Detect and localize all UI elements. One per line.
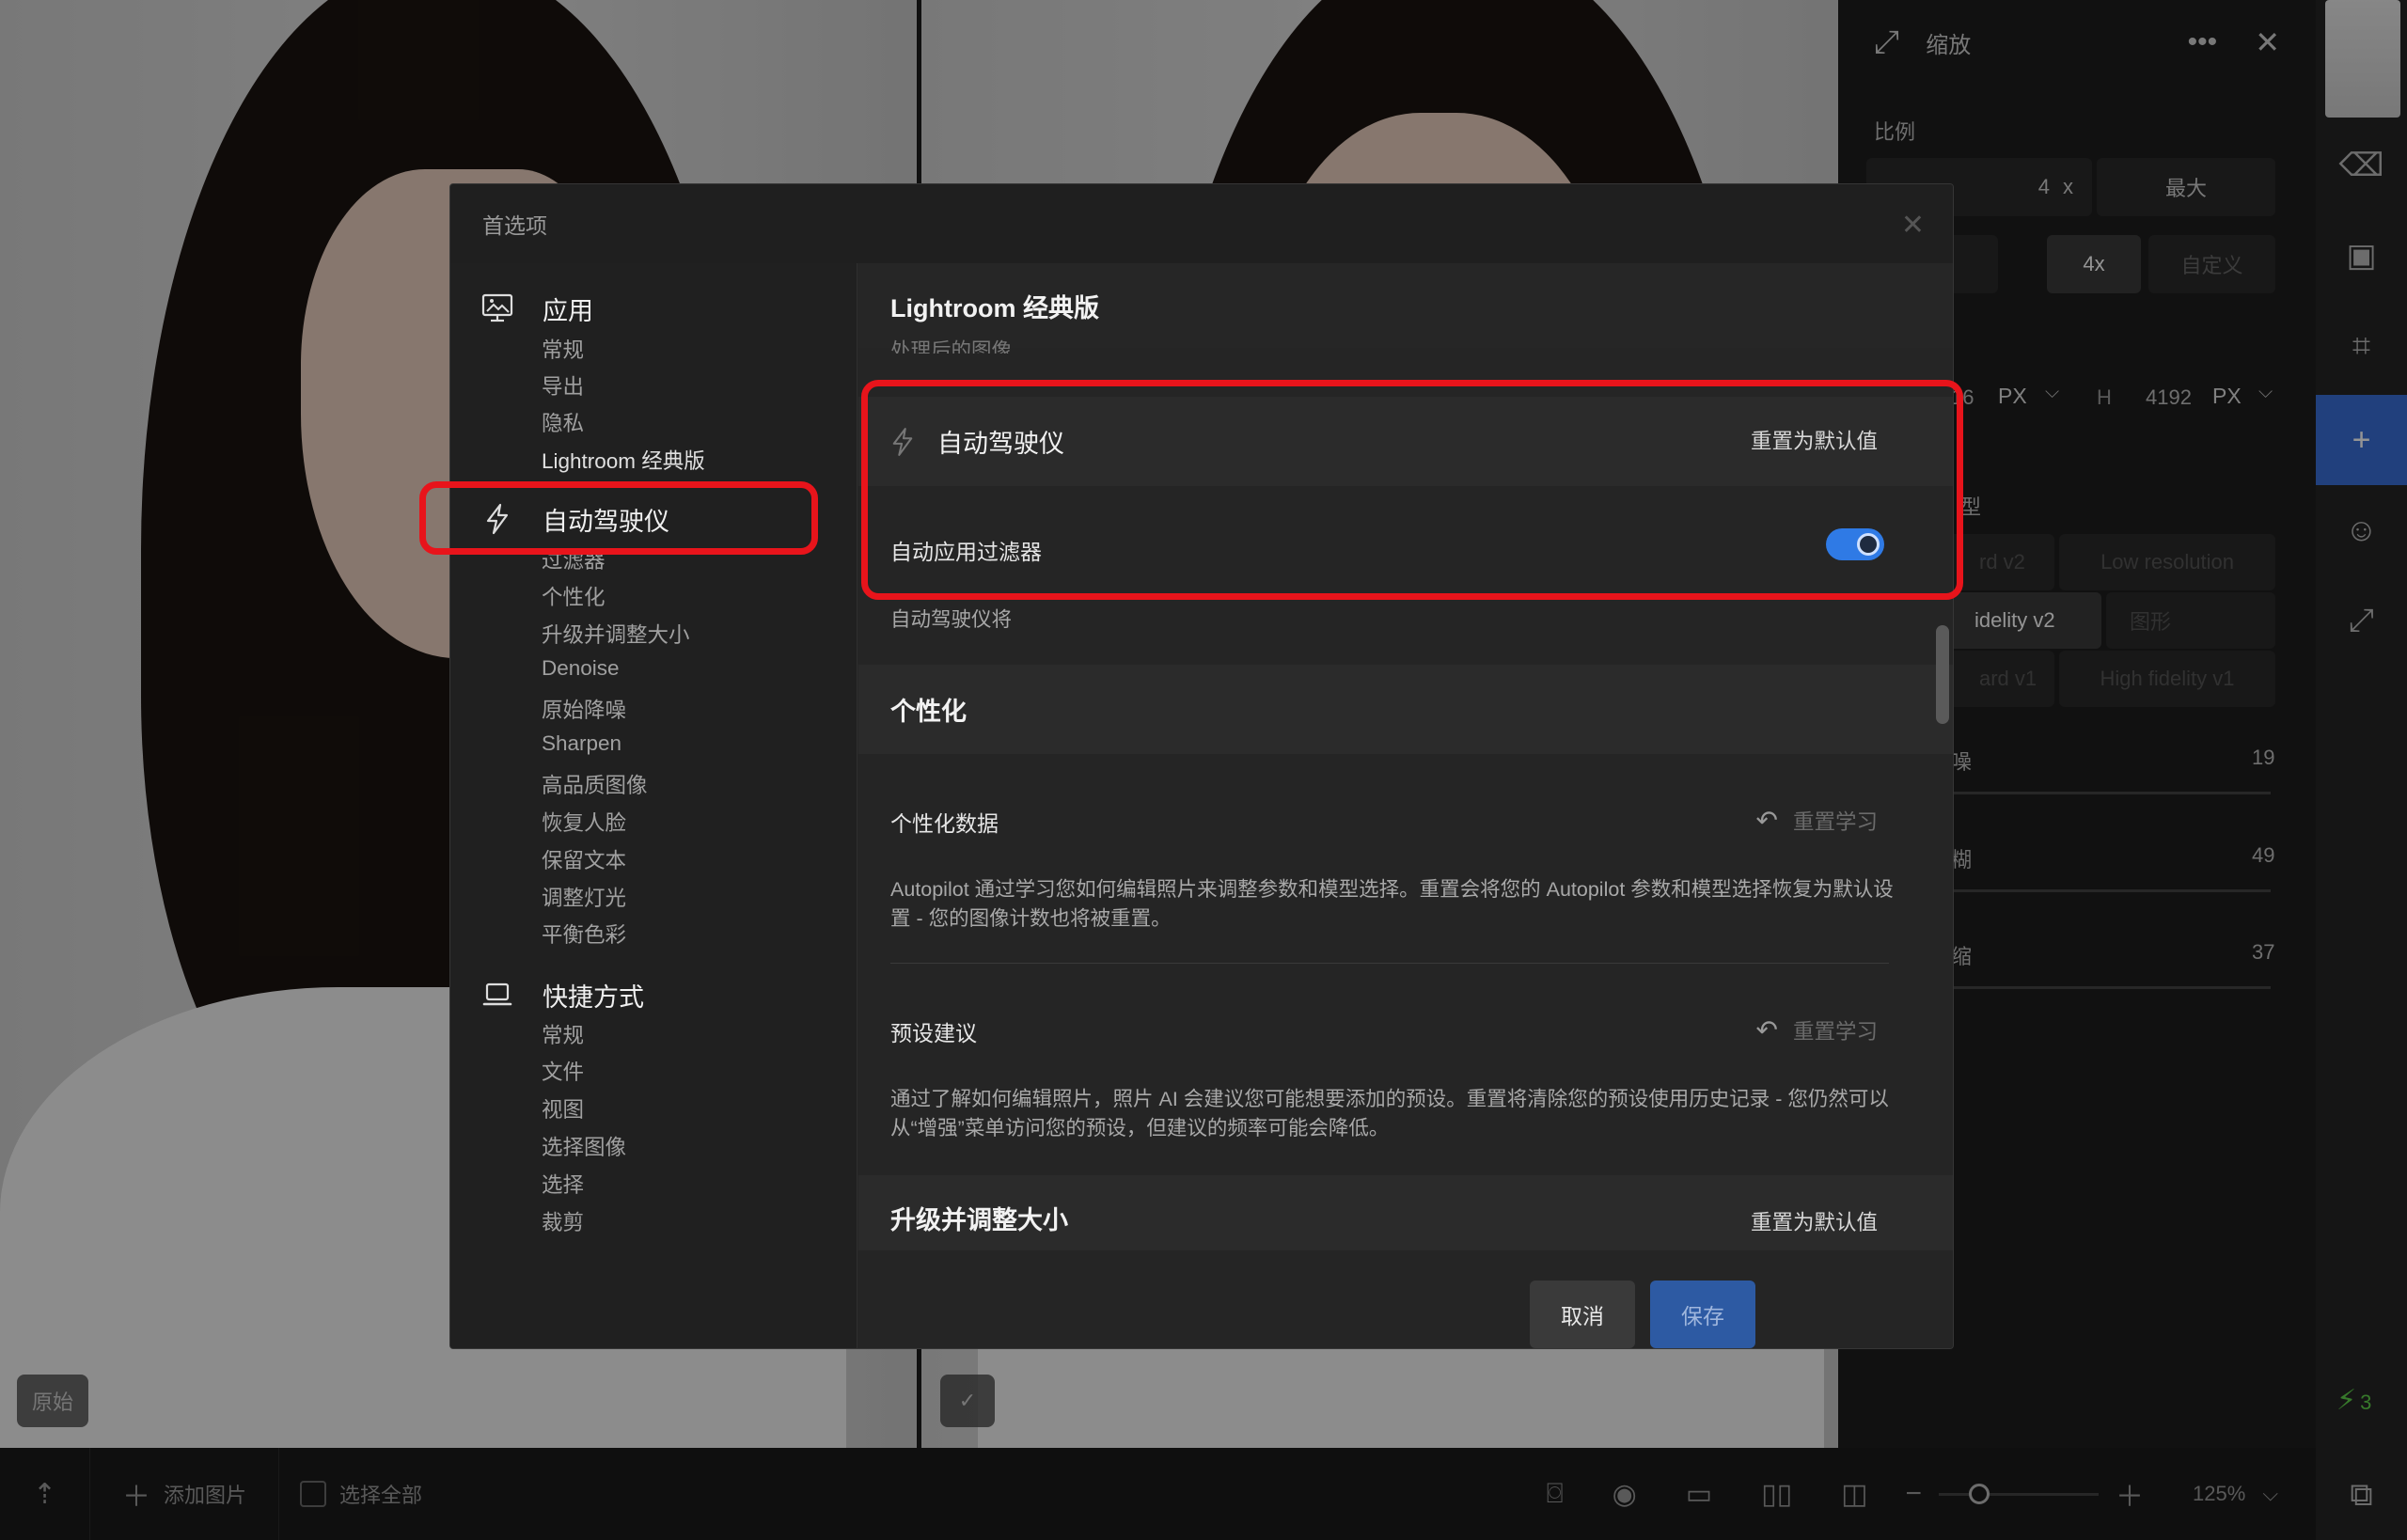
content-scrollbar[interactable] xyxy=(1936,625,1949,724)
auto-apply-filters-toggle[interactable] xyxy=(1826,528,1884,560)
save-button[interactable]: 保存 xyxy=(1650,1281,1755,1348)
cancel-button[interactable]: 取消 xyxy=(1530,1281,1635,1348)
nav-item-shortcuts-view[interactable]: 视图 xyxy=(542,1093,584,1124)
nav-item-general[interactable]: 常规 xyxy=(542,334,584,364)
personalization-reset-button[interactable]: ↶ 重置学习 xyxy=(1756,805,1878,836)
monitor-icon xyxy=(479,293,516,323)
preset-reset-label: 重置学习 xyxy=(1792,1019,1878,1044)
nav-section-app-label: 应用 xyxy=(543,296,593,325)
nav-item-shortcuts-crop[interactable]: 裁剪 xyxy=(542,1206,584,1236)
preferences-content[interactable]: Lightroom 经典版 处理后的图像 自动驾驶仪 重置为默认值 自动应用过滤… xyxy=(858,263,1953,1250)
nav-item-upscale[interactable]: 升级并调整大小 xyxy=(542,619,690,649)
nav-item-balance-color[interactable]: 平衡色彩 xyxy=(542,919,626,949)
nav-item-adjust-lighting[interactable]: 调整灯光 xyxy=(542,882,626,912)
nav-section-autopilot[interactable]: 自动驾驶仪 xyxy=(450,493,857,545)
lightning-icon xyxy=(479,503,516,535)
nav-item-preserve-text[interactable]: 保留文本 xyxy=(542,844,626,874)
nav-item-privacy[interactable]: 隐私 xyxy=(542,407,584,437)
dialog-title: 首选项 xyxy=(482,213,547,238)
nav-item-recover-faces[interactable]: 恢复人脸 xyxy=(542,807,626,837)
personalization-data-label: 个性化数据 xyxy=(890,811,999,836)
dialog-titlebar: 首选项 ✕ xyxy=(450,184,1953,263)
nav-item-shortcuts-select-image[interactable]: 选择图像 xyxy=(542,1131,626,1161)
nav-item-raw-denoise[interactable]: 原始降噪 xyxy=(542,694,626,724)
nav-item-personalization[interactable]: 个性化 xyxy=(542,581,606,611)
nav-section-autopilot-label: 自动驾驶仪 xyxy=(543,507,669,536)
nav-section-app[interactable]: 应用 xyxy=(450,282,857,335)
autopilot-header-label: 自动驾驶仪 xyxy=(937,430,1064,458)
nav-section-shortcuts-label: 快捷方式 xyxy=(543,982,644,1012)
close-icon[interactable]: ✕ xyxy=(1901,209,1925,242)
dialog-footer: 取消 保存 xyxy=(858,1250,1953,1348)
nav-item-denoise[interactable]: Denoise xyxy=(542,656,620,681)
section-header-personalization: 个性化 xyxy=(890,698,967,726)
nav-section-shortcuts[interactable]: 快捷方式 xyxy=(450,968,857,1021)
nav-item-export[interactable]: 导出 xyxy=(542,370,584,401)
laptop-icon xyxy=(479,982,516,1008)
nav-item-lightroom[interactable]: Lightroom 经典版 xyxy=(542,445,705,475)
section-header-lightroom: Lightroom 经典版 xyxy=(890,293,1099,322)
auto-apply-filters-label: 自动应用过滤器 xyxy=(890,540,1042,564)
preset-suggestions-description: 通过了解如何编辑照片，照片 AI 会建议您可能想要添加的预设。重置将清除您的预设… xyxy=(890,1088,1889,1139)
lightroom-clipped-text: 处理后的图像 xyxy=(890,339,1013,354)
toggle-knob xyxy=(1857,533,1880,556)
nav-item-sharpen[interactable]: Sharpen xyxy=(542,731,621,756)
undo-icon: ↶ xyxy=(1755,1015,1778,1045)
nav-item-shortcuts-general[interactable]: 常规 xyxy=(542,1019,584,1049)
nav-item-high-quality[interactable]: 高品质图像 xyxy=(542,769,648,799)
nav-item-shortcuts-select[interactable]: 选择 xyxy=(542,1169,584,1199)
preset-suggestions-label: 预设建议 xyxy=(890,1021,977,1045)
undo-icon: ↶ xyxy=(1755,806,1778,835)
lightning-icon xyxy=(890,427,915,457)
upscale-reset-button[interactable]: 重置为默认值 xyxy=(1751,1206,1878,1236)
preset-reset-button[interactable]: ↶ 重置学习 xyxy=(1756,1014,1878,1045)
divider xyxy=(890,963,1889,964)
preferences-dialog: 首选项 ✕ 应用 常规 导出 隐私 Lightroom 经典版 自动驾驶仪 过滤… xyxy=(449,183,1954,1349)
personalization-description: Autopilot 通过学习您如何编辑照片来调整参数和模型选择。重置会将您的 A… xyxy=(890,878,1894,930)
autopilot-reset-button[interactable]: 重置为默认值 xyxy=(1751,425,1878,455)
preferences-nav: 应用 常规 导出 隐私 Lightroom 经典版 自动驾驶仪 过滤器 个性化 … xyxy=(450,263,857,1348)
nav-item-filters[interactable]: 过滤器 xyxy=(542,544,606,574)
autopilot-description: 自动驾驶仪将 xyxy=(890,608,1013,631)
personalization-reset-label: 重置学习 xyxy=(1792,809,1878,834)
nav-item-shortcuts-file[interactable]: 文件 xyxy=(542,1056,584,1086)
